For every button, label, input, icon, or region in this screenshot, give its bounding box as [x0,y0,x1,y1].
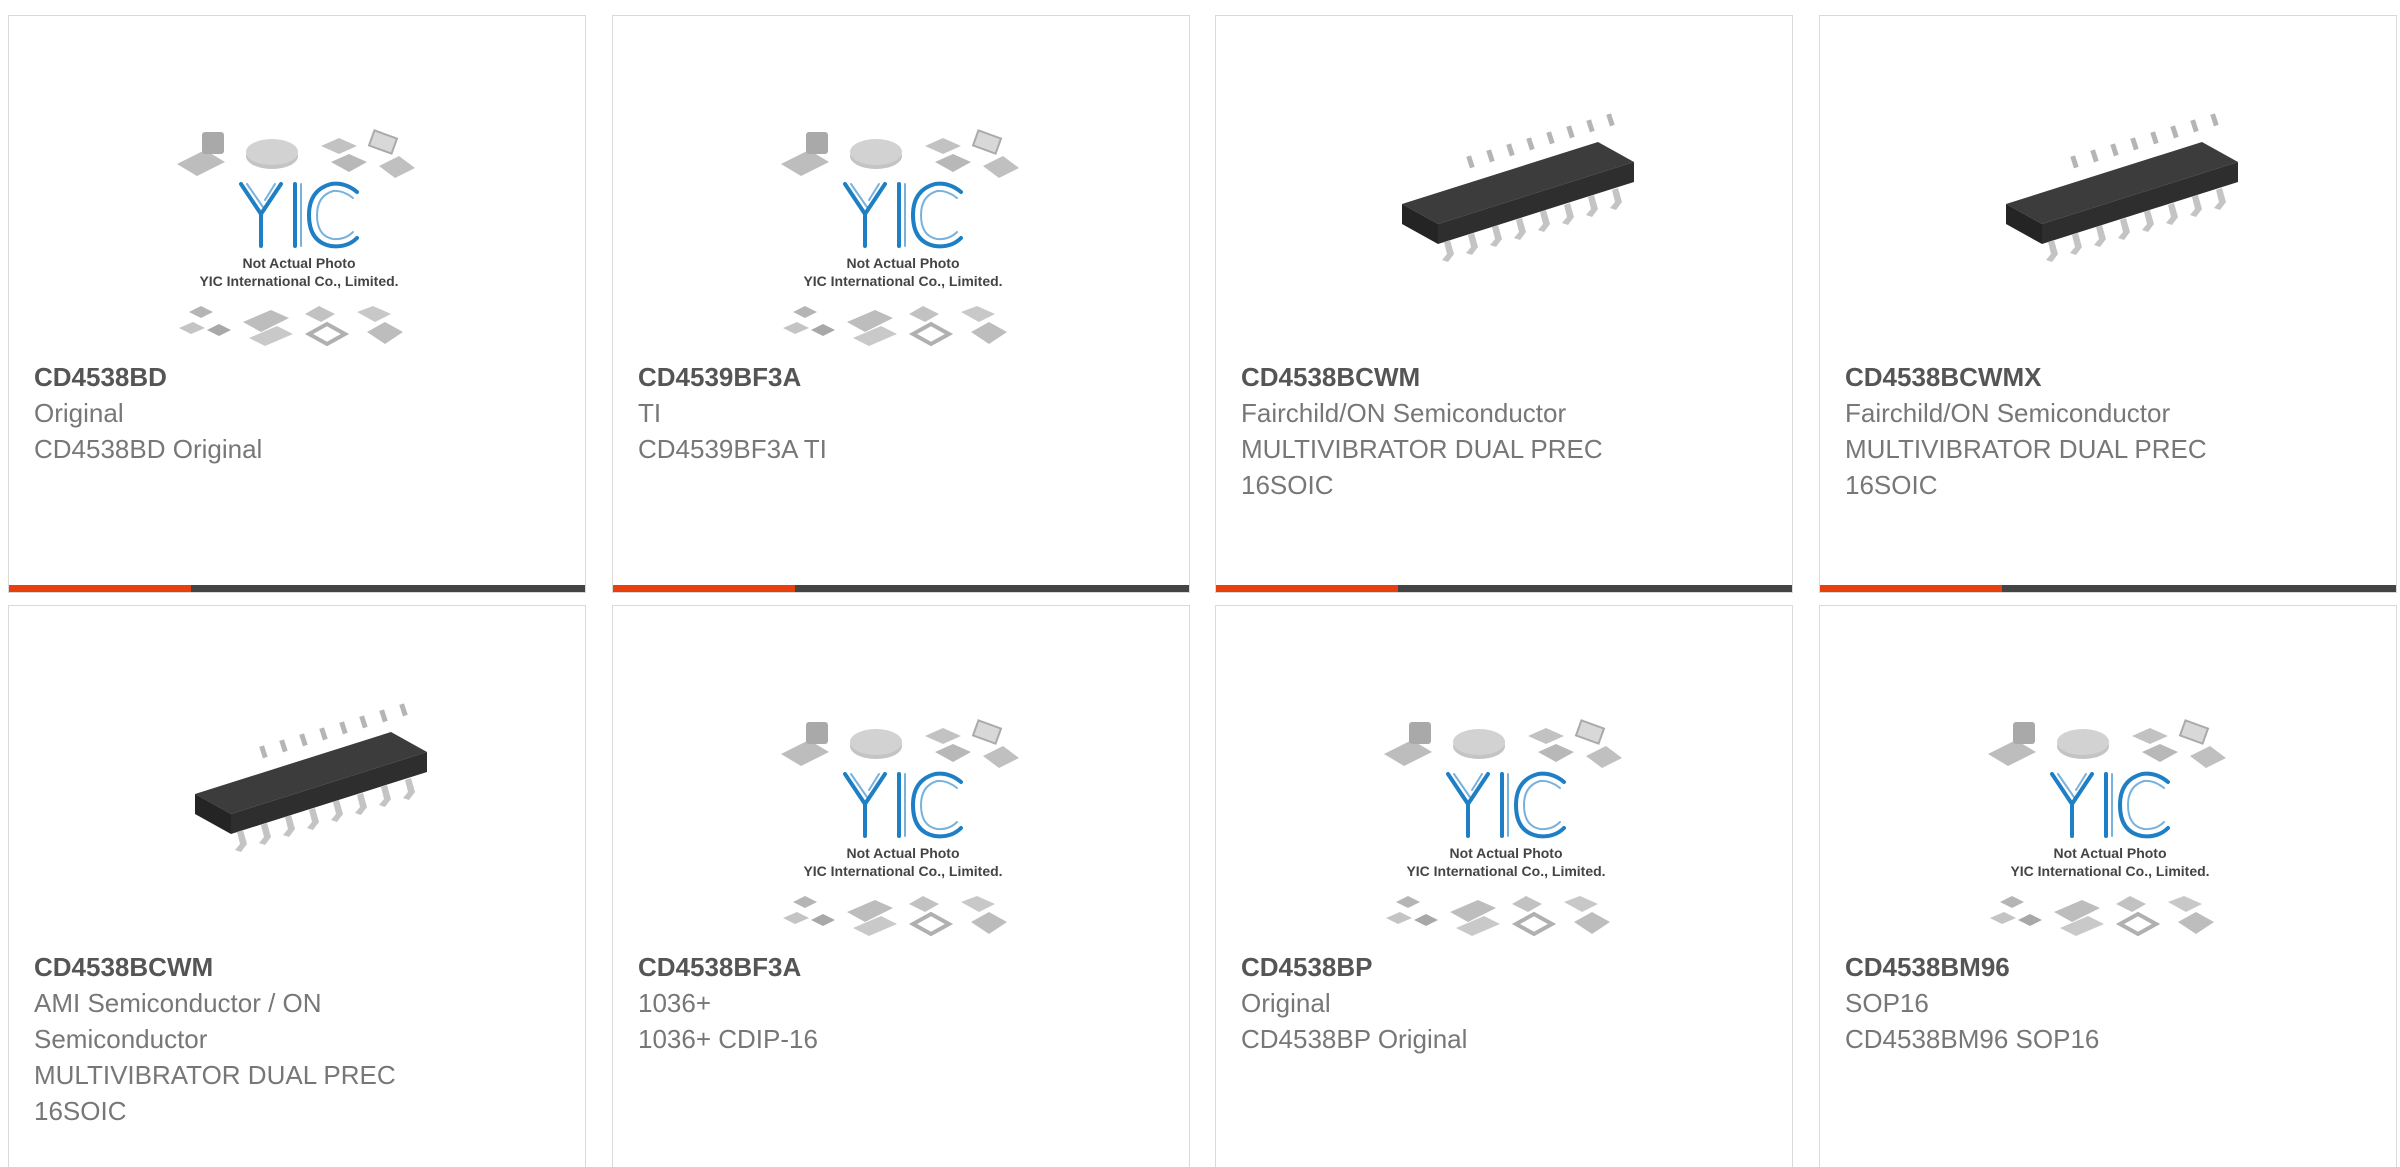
part-number-link[interactable]: CD4538BM96 [1845,949,2371,985]
card-bottom-bar [613,585,1189,592]
placeholder-image-icon [713,676,1093,956]
product-manufacturer: Original [34,398,124,428]
product-image[interactable] [109,86,489,366]
product-description: CD4538BM96 SOP16 [1845,1024,2100,1054]
product-image[interactable] [1316,86,1696,366]
product-image[interactable] [713,86,1093,366]
placeholder-image-icon [1920,676,2300,956]
product-image[interactable] [1920,676,2300,956]
part-number-link[interactable]: CD4538BCWM [1241,359,1767,395]
product-card[interactable]: CD4538BCWMX Fairchild/ON Semiconductor M… [1819,15,2397,593]
card-bottom-bar [1216,585,1792,592]
product-image[interactable] [713,676,1093,956]
product-card[interactable]: CD4538BCWM AMI Semiconductor / ON Semico… [8,605,586,1167]
card-accent-bar [9,585,191,592]
product-card[interactable]: CD4538BF3A 1036+ 1036+ CDIP-16 [612,605,1190,1167]
product-manufacturer: SOP16 [1845,988,1929,1018]
product-description: MULTIVIBRATOR DUAL PREC 16SOIC [34,1060,396,1126]
product-manufacturer: AMI Semiconductor / ON Semiconductor [34,988,322,1054]
product-description: 1036+ CDIP-16 [638,1024,818,1054]
part-number-link[interactable]: CD4538BP [1241,949,1767,985]
product-manufacturer: Fairchild/ON Semiconductor [1241,398,1567,428]
part-number-link[interactable]: CD4538BF3A [638,949,1164,985]
product-manufacturer: TI [638,398,662,428]
product-description: CD4538BP Original [1241,1024,1468,1054]
part-number-link[interactable]: CD4538BCWMX [1845,359,2371,395]
placeholder-image-icon [109,86,489,366]
card-bottom-bar [9,585,585,592]
product-description: MULTIVIBRATOR DUAL PREC 16SOIC [1845,434,2207,500]
placeholder-image-icon [713,86,1093,366]
product-description: CD4538BD Original [34,434,263,464]
product-card[interactable]: CD4538BP Original CD4538BP Original [1215,605,1793,1167]
card-accent-bar [613,585,795,592]
product-description: MULTIVIBRATOR DUAL PREC 16SOIC [1241,434,1603,500]
soic-chip-icon [1920,86,2300,366]
product-manufacturer: Fairchild/ON Semiconductor [1845,398,2171,428]
product-image[interactable] [1316,676,1696,956]
placeholder-image-icon [1316,676,1696,956]
product-card[interactable]: CD4539BF3A TI CD4539BF3A TI [612,15,1190,593]
product-description: CD4539BF3A TI [638,434,827,464]
product-card[interactable]: CD4538BD Original CD4538BD Original [8,15,586,593]
part-number-link[interactable]: CD4539BF3A [638,359,1164,395]
product-card[interactable]: CD4538BM96 SOP16 CD4538BM96 SOP16 [1819,605,2397,1167]
product-manufacturer: Original [1241,988,1331,1018]
part-number-link[interactable]: CD4538BCWM [34,949,560,985]
product-grid: CD4538BD Original CD4538BD Original CD45… [0,0,2400,1167]
part-number-link[interactable]: CD4538BD [34,359,560,395]
product-card[interactable]: CD4538BCWM Fairchild/ON Semiconductor MU… [1215,15,1793,593]
card-accent-bar [1820,585,2002,592]
product-image[interactable] [1920,86,2300,366]
soic-chip-icon [109,676,489,956]
product-image[interactable] [109,676,489,956]
soic-chip-icon [1316,86,1696,366]
card-accent-bar [1216,585,1398,592]
product-manufacturer: 1036+ [638,988,712,1018]
card-bottom-bar [1820,585,2396,592]
